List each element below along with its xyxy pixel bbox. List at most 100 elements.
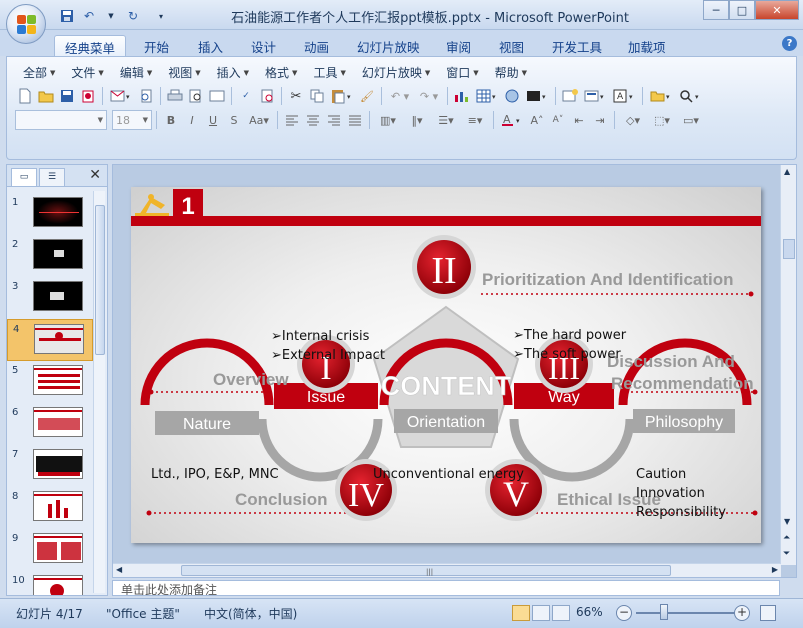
- slide-thumbnail[interactable]: 8: [7, 487, 93, 529]
- customize-qat-icon[interactable]: ▾: [152, 7, 170, 25]
- increase-indent-icon[interactable]: ⇥: [590, 110, 610, 130]
- slide-thumbnail[interactable]: 3: [7, 277, 93, 319]
- shape-fill-icon[interactable]: ▭▾: [677, 110, 705, 130]
- shapes-icon[interactable]: ◇▾: [619, 110, 647, 130]
- slide-sorter-view-button[interactable]: [532, 605, 550, 621]
- paste-icon[interactable]: ▾: [328, 86, 356, 106]
- slide-thumbnail[interactable]: 9: [7, 529, 93, 571]
- tab-slides[interactable]: ▭: [11, 168, 37, 186]
- tab-design[interactable]: 设计: [241, 35, 286, 56]
- zoom-out-button[interactable]: −: [616, 605, 632, 621]
- new-slide-icon[interactable]: [560, 86, 580, 106]
- theme-name[interactable]: "Office 主题": [106, 605, 180, 622]
- open-folder-dropdown-icon[interactable]: ▾: [647, 86, 675, 106]
- page-setup-icon[interactable]: [207, 86, 227, 106]
- tab-animation[interactable]: 动画: [294, 35, 339, 56]
- zoom-in-button[interactable]: +: [734, 605, 750, 621]
- horizontal-scrollbar[interactable]: ◀ ||| ▶: [113, 563, 781, 577]
- language-indicator[interactable]: 中文(简体，中国): [204, 605, 297, 622]
- zoom-level[interactable]: 66%: [576, 605, 603, 619]
- search-icon[interactable]: ▾: [676, 86, 704, 106]
- slideshow-view-button[interactable]: [552, 605, 570, 621]
- insert-chart-icon[interactable]: [452, 86, 472, 106]
- scrollbar-thumb[interactable]: [783, 239, 795, 259]
- slide-thumbnail[interactable]: 7: [7, 445, 93, 487]
- tab-view[interactable]: 视图: [489, 35, 534, 56]
- font-size-select[interactable]: 18 ▼: [112, 110, 152, 130]
- menu-slideshow[interactable]: 幻灯片放映 ▼: [354, 63, 438, 82]
- copy-icon[interactable]: [307, 86, 327, 106]
- menu-tools[interactable]: 工具 ▼: [305, 63, 353, 82]
- slide-thumbnail-selected[interactable]: 4: [7, 319, 93, 361]
- new-document-icon[interactable]: [15, 86, 35, 106]
- tab-home[interactable]: 开始: [134, 35, 179, 56]
- tab-classic-menu[interactable]: 经典菜单: [54, 35, 127, 56]
- email-icon[interactable]: ▾: [107, 86, 135, 106]
- tab-developer[interactable]: 开发工具: [542, 35, 612, 56]
- save-icon[interactable]: [57, 86, 77, 106]
- font-name-select[interactable]: ▼: [15, 110, 107, 130]
- menu-format[interactable]: 格式 ▼: [257, 63, 305, 82]
- grow-font-icon[interactable]: A˄: [527, 110, 547, 130]
- decrease-indent-icon[interactable]: ⇤: [569, 110, 589, 130]
- scrollbar-thumb[interactable]: [95, 205, 105, 355]
- shrink-font-icon[interactable]: A˅: [548, 110, 568, 130]
- menu-help[interactable]: 帮助 ▼: [487, 63, 535, 82]
- close-button[interactable]: ✕: [755, 0, 799, 20]
- menu-window[interactable]: 窗口 ▼: [438, 63, 486, 82]
- scroll-down-icon[interactable]: ▼: [784, 517, 790, 526]
- tab-slideshow[interactable]: 幻灯片放映: [347, 35, 430, 56]
- spelling-icon[interactable]: ✓: [236, 86, 256, 106]
- slide-canvas[interactable]: 1 Issue Way Nature Orientation Philosoph…: [131, 187, 761, 543]
- slide-thumbnail[interactable]: 10: [7, 571, 93, 595]
- vertical-scrollbar[interactable]: ▲ ▼ ⏶ ⏷: [780, 165, 796, 565]
- columns-icon[interactable]: ▥▾: [374, 110, 402, 130]
- menu-edit[interactable]: 编辑 ▼: [112, 63, 160, 82]
- undo-dropdown-icon[interactable]: ▼: [102, 7, 120, 25]
- scroll-right-icon[interactable]: ▶: [772, 565, 778, 574]
- scroll-left-icon[interactable]: ◀: [116, 565, 122, 574]
- menu-view[interactable]: 视图 ▼: [160, 63, 208, 82]
- open-folder-icon[interactable]: [36, 86, 56, 106]
- tab-review[interactable]: 审阅: [436, 35, 481, 56]
- justify-icon[interactable]: [345, 110, 365, 130]
- maximize-button[interactable]: □: [729, 0, 755, 20]
- tab-outline[interactable]: ☰: [39, 168, 65, 186]
- align-right-icon[interactable]: [324, 110, 344, 130]
- print-preview-icon[interactable]: [186, 86, 206, 106]
- zoom-slider-thumb[interactable]: [660, 604, 668, 620]
- strikethrough-icon[interactable]: S: [224, 110, 244, 130]
- insert-picture-icon[interactable]: [502, 86, 522, 106]
- cut-icon[interactable]: ✂: [286, 86, 306, 106]
- permission-icon[interactable]: [78, 86, 98, 106]
- fit-to-window-icon[interactable]: [760, 605, 776, 621]
- bold-icon[interactable]: B: [161, 110, 181, 130]
- layout-icon[interactable]: ▾: [581, 86, 609, 106]
- tab-addins[interactable]: 加载项: [618, 35, 676, 56]
- redo-icon[interactable]: ↷ ▾: [415, 86, 443, 106]
- insert-table-icon[interactable]: ▾: [473, 86, 501, 106]
- zoom-slider-track[interactable]: [636, 612, 736, 614]
- align-left-icon[interactable]: [282, 110, 302, 130]
- change-case-icon[interactable]: Aa▾: [245, 110, 273, 130]
- help-icon[interactable]: ?: [782, 36, 797, 51]
- scrollbar-thumb[interactable]: |||: [181, 565, 671, 576]
- slide-thumbnail[interactable]: 2: [7, 235, 93, 277]
- attach-icon[interactable]: [136, 86, 156, 106]
- next-slide-icon[interactable]: ⏷: [783, 549, 790, 559]
- slide-thumbnail[interactable]: 1: [7, 193, 93, 235]
- format-painter-icon[interactable]: 🖌: [357, 86, 377, 106]
- undo-icon[interactable]: ↶: [80, 7, 98, 25]
- arrange-icon[interactable]: ⬚▾: [648, 110, 676, 130]
- tab-insert[interactable]: 插入: [188, 35, 233, 56]
- undo-icon[interactable]: ↶ ▾: [386, 86, 414, 106]
- scroll-up-icon[interactable]: ▲: [784, 167, 790, 176]
- research-icon[interactable]: [257, 86, 277, 106]
- menu-all[interactable]: 全部 ▼: [15, 63, 63, 82]
- menu-insert[interactable]: 插入 ▼: [209, 63, 257, 82]
- underline-icon[interactable]: U: [203, 110, 223, 130]
- save-icon[interactable]: [58, 7, 76, 25]
- slide-thumbnail[interactable]: 5: [7, 361, 93, 403]
- close-icon[interactable]: ✕: [89, 167, 101, 183]
- notes-pane[interactable]: 单击此处添加备注: [112, 580, 780, 596]
